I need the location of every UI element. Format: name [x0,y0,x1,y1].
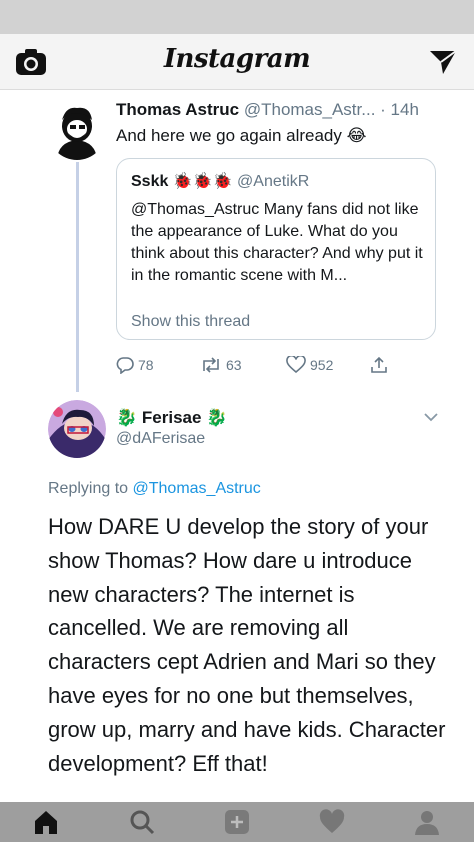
replying-to-mention[interactable]: @Thomas_Astruc [133,480,261,497]
tweet-text: And here we go again already 😂 [116,126,367,145]
heart-icon[interactable] [318,808,346,836]
quote-author-handle: @AnetikR [237,173,310,190]
instagram-tab-bar [0,802,474,842]
reply-button[interactable]: 78 [116,356,154,374]
retweet-button[interactable]: 63 [200,356,242,374]
reply-text: How DARE U develop the story of your sho… [48,514,446,776]
screenshot-content: Thomas Astruc @Thomas_Astr... · 14h And … [0,90,474,802]
instagram-header: Instagram [0,34,474,90]
reply-count: 78 [138,357,154,373]
quote-header: Sskk 🐞🐞🐞 @AnetikR [131,171,309,191]
send-icon[interactable] [428,48,458,76]
share-button[interactable] [370,356,388,374]
chevron-down-icon[interactable] [424,412,438,422]
quote-text: @Thomas_Astruc Many fans did not like th… [131,201,423,284]
share-icon [371,356,387,373]
add-icon[interactable] [223,808,251,836]
home-icon[interactable] [32,808,60,836]
like-button[interactable]: 952 [286,356,333,374]
show-thread-link[interactable]: Show this thread [131,313,250,331]
retweet-count: 63 [226,357,242,373]
heart-outline-icon [286,356,306,374]
like-count: 952 [310,357,334,373]
quote-emoji: 🐞🐞🐞 [172,173,233,190]
thread-line [76,162,79,392]
replying-to-line: Replying to @Thomas_Astruc [48,480,261,498]
tweet-header: Thomas Astruc @Thomas_Astr... · 14h [116,100,419,120]
reply-author-name[interactable]: 🐉 Ferisae 🐉 [116,408,227,428]
search-icon[interactable] [128,808,156,836]
quoted-tweet[interactable]: Sskk 🐞🐞🐞 @AnetikR @Thomas_Astruc Many fa… [116,158,436,340]
tweet-actions: 78 63 952 [116,356,396,378]
author-name[interactable]: Thomas Astruc [116,100,239,119]
reply-icon [116,357,134,374]
retweet-icon [203,357,219,373]
app-title: Instagram [163,44,311,74]
author-meta: @Thomas_Astr... · 14h [239,100,419,119]
quote-author-name: Sskk [131,173,169,190]
avatar-ferisae[interactable] [48,400,106,458]
avatar-thomas-astruc[interactable] [48,102,106,160]
profile-icon[interactable] [413,808,441,836]
status-strip [0,0,474,34]
reply-author-handle: @dAFerisae [116,430,206,447]
replying-to-label: Replying to [48,480,133,497]
